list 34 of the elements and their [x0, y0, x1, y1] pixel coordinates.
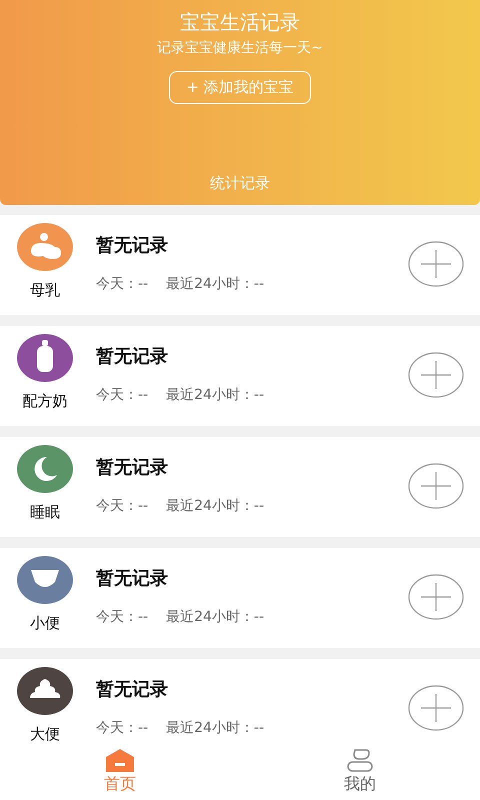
- category-label: 睡眠: [30, 503, 60, 522]
- today-count: 今天：--: [96, 719, 148, 737]
- record-status: 暂无记录: [96, 567, 169, 590]
- category-label: 母乳: [30, 281, 60, 300]
- last-24h-count: 最近24小时：--: [166, 386, 264, 404]
- category-label: 配方奶: [22, 392, 68, 411]
- record-status: 暂无记录: [96, 234, 169, 257]
- category-label: 大便: [30, 725, 60, 744]
- last-24h-count: 最近24小时：--: [166, 608, 264, 626]
- last-24h-count: 最近24小时：--: [166, 275, 264, 293]
- add-record-button[interactable]: [408, 685, 464, 731]
- nav-tab[interactable]: 我的: [240, 748, 480, 800]
- tab-label: 我的: [344, 774, 376, 795]
- today-count: 今天：--: [96, 386, 148, 404]
- record-status: 暂无记录: [96, 345, 169, 368]
- nav-tab[interactable]: 首页: [0, 748, 240, 800]
- statistics-link[interactable]: 统计记录: [210, 174, 270, 193]
- last-24h-count: 最近24小时：--: [166, 497, 264, 515]
- add-record-button[interactable]: [408, 352, 464, 398]
- record-status: 暂无记录: [96, 456, 169, 479]
- last-24h-count: 最近24小时：--: [166, 719, 264, 737]
- add-record-button[interactable]: [408, 241, 464, 287]
- app-title: 宝宝生活记录: [180, 9, 300, 36]
- today-count: 今天：--: [96, 608, 148, 626]
- person-icon: [345, 748, 375, 772]
- add-record-button[interactable]: [408, 574, 464, 620]
- add-baby-button[interactable]: + 添加我的宝宝: [169, 71, 311, 104]
- today-count: 今天：--: [96, 497, 148, 515]
- category-label: 小便: [30, 614, 60, 633]
- today-count: 今天：--: [96, 275, 148, 293]
- add-record-button[interactable]: [408, 463, 464, 509]
- app-subtitle: 记录宝宝健康生活每一天~: [157, 39, 323, 57]
- tab-label: 首页: [104, 774, 136, 795]
- record-status: 暂无记录: [96, 678, 169, 701]
